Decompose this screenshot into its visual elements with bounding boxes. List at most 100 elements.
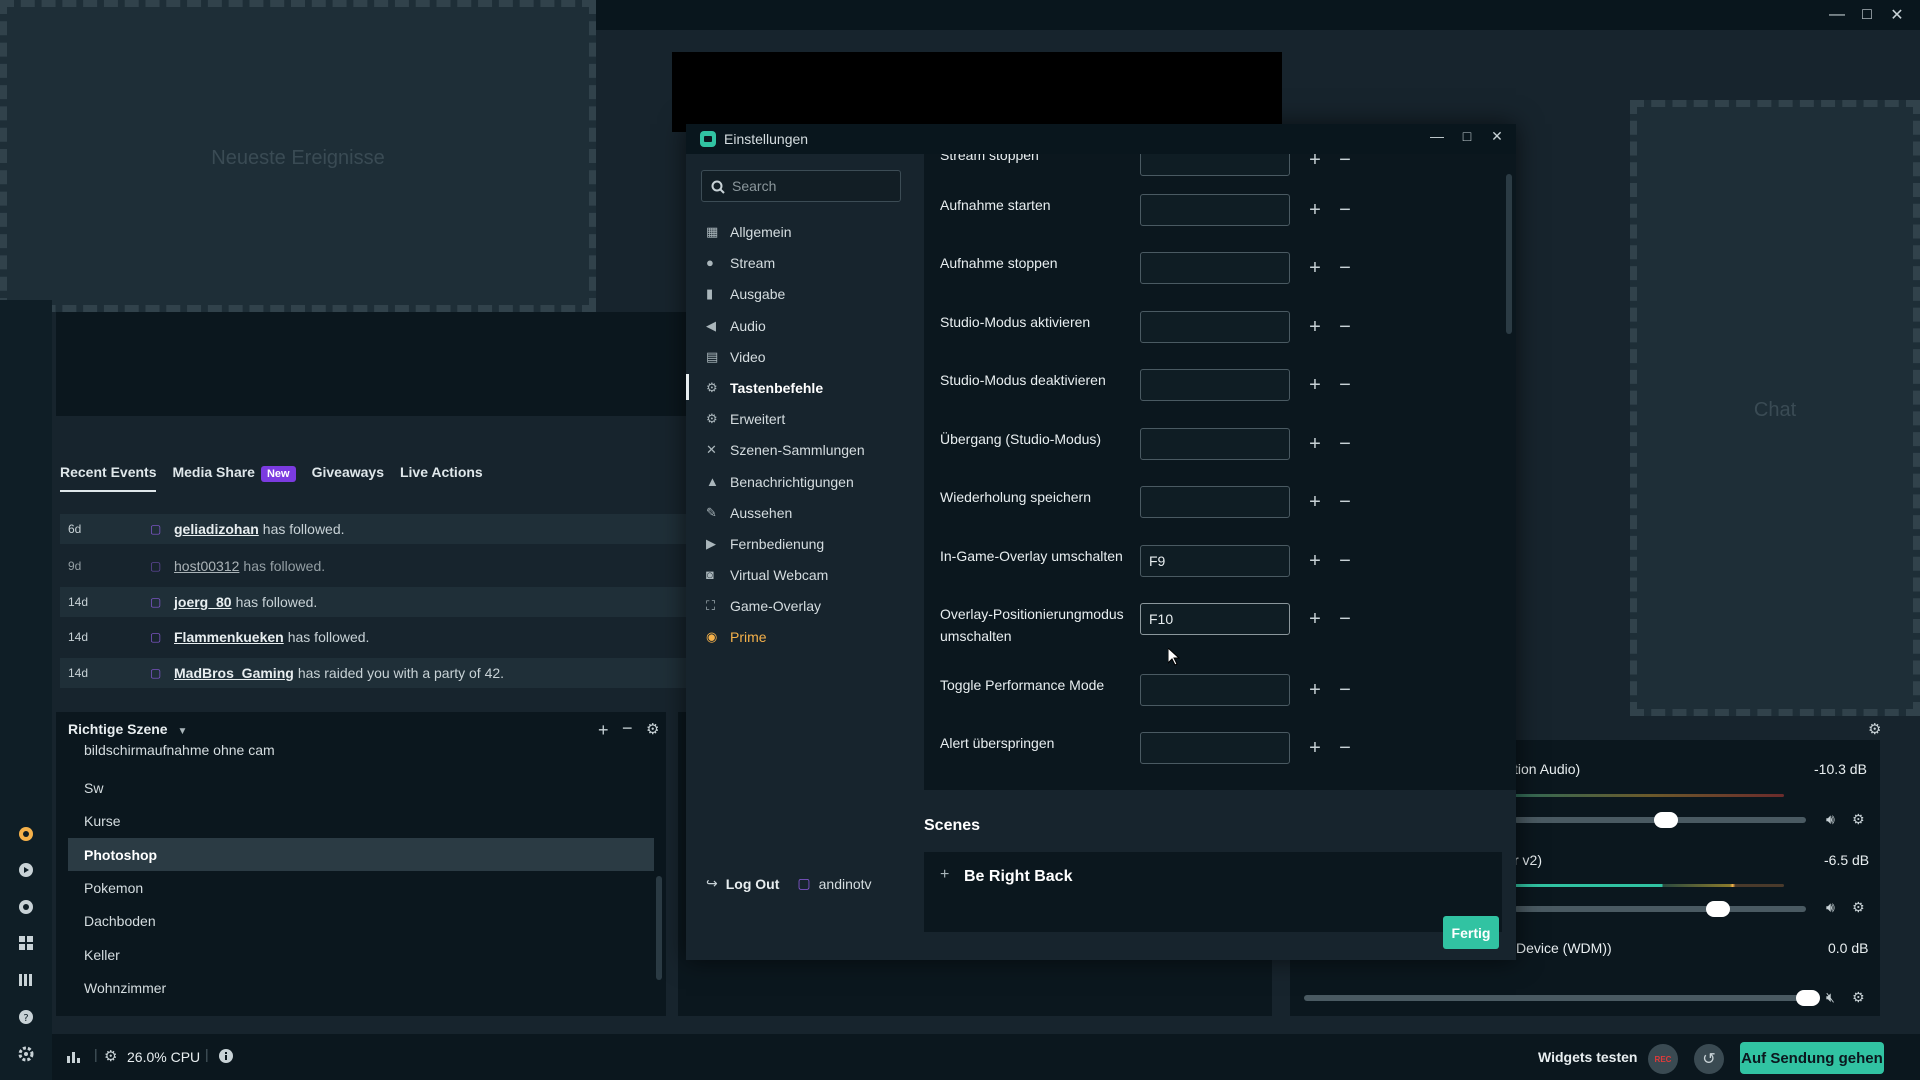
scene-settings-icon[interactable]: ⚙ <box>646 720 659 738</box>
recent-events-widget[interactable]: Neueste Ereignisse <box>0 0 596 312</box>
nav-item-tastenbefehle[interactable]: ⚙ Tastenbefehle <box>706 372 916 403</box>
volume-knob[interactable] <box>1654 812 1678 828</box>
info-icon[interactable] <box>218 1048 234 1064</box>
hotkey-input[interactable] <box>1140 428 1290 460</box>
add-hotkey-button[interactable]: + <box>1304 257 1326 279</box>
nav-item-game-overlay[interactable]: ⛶ Game-Overlay <box>706 590 916 621</box>
scene-collection-title[interactable]: Richtige Szene ▼ <box>68 721 187 737</box>
stats-chart-icon[interactable] <box>66 1048 82 1064</box>
hotkey-input-focused[interactable]: F10 <box>1140 603 1290 635</box>
add-hotkey-button[interactable]: + <box>1304 316 1326 338</box>
nav-item-benachrichtigungen[interactable]: ▲ Benachrichtigungen <box>706 466 916 497</box>
settings-scrollbar[interactable] <box>1506 174 1512 334</box>
replay-buffer-icon[interactable]: ↺ <box>1694 1044 1724 1074</box>
event-user-link[interactable]: geliadizohan <box>174 521 259 537</box>
expand-plus-icon[interactable]: + <box>940 866 949 884</box>
event-user-link[interactable]: joerg_80 <box>174 594 232 610</box>
tab-live-actions[interactable]: Live Actions <box>400 464 483 480</box>
add-hotkey-button[interactable]: + <box>1304 737 1326 759</box>
add-hotkey-button[interactable]: + <box>1304 199 1326 221</box>
remove-hotkey-button[interactable]: − <box>1334 491 1356 513</box>
scene-item[interactable]: Kurse <box>68 804 654 837</box>
nav-item-virtual-webcam[interactable]: ◙ Virtual Webcam <box>706 559 916 590</box>
widgets-test-button[interactable]: Widgets testen <box>1538 1049 1637 1065</box>
hotkey-input[interactable] <box>1140 252 1290 284</box>
hotkey-input[interactable] <box>1140 154 1290 176</box>
go-live-button[interactable]: Auf Sendung gehen <box>1740 1042 1884 1074</box>
add-hotkey-button[interactable]: + <box>1304 154 1326 171</box>
add-hotkey-button[interactable]: + <box>1304 608 1326 630</box>
remove-hotkey-button[interactable]: − <box>1334 550 1356 572</box>
event-user-link[interactable]: MadBros_Gaming <box>174 665 294 681</box>
nav-item-ausgabe[interactable]: ▮ Ausgabe <box>706 278 916 309</box>
add-hotkey-button[interactable]: + <box>1304 374 1326 396</box>
scene-hotkey-group[interactable]: + Be Right Back <box>924 852 1502 932</box>
nav-item-video[interactable]: ▤ Video <box>706 341 916 372</box>
hotkey-input[interactable] <box>1140 486 1290 518</box>
nav-item-aussehen[interactable]: ✎ Aussehen <box>706 497 916 528</box>
remove-hotkey-button[interactable]: − <box>1334 199 1356 221</box>
nav-item-audio[interactable]: ◀ Audio <box>706 310 916 341</box>
scene-item[interactable]: Sw <box>68 771 654 804</box>
hotkey-input[interactable]: F9 <box>1140 545 1290 577</box>
scene-item[interactable]: Dachboden <box>68 904 654 937</box>
remove-hotkey-button[interactable]: − <box>1334 433 1356 455</box>
event-user-link[interactable]: Flammenkueken <box>174 629 284 645</box>
scene-item[interactable]: bildschirmaufnahme ohne cam <box>68 738 654 762</box>
chat-widget[interactable]: Chat <box>1630 100 1920 716</box>
nav-item-allgemein[interactable]: ▦ Allgemein <box>706 216 916 247</box>
tab-recent-events[interactable]: Recent Events <box>60 464 157 492</box>
dialog-close-button[interactable]: ✕ <box>1486 128 1508 150</box>
tab-media-share[interactable]: Media Share New <box>172 464 296 482</box>
scene-item[interactable]: Pokemon <box>68 871 654 904</box>
add-hotkey-button[interactable]: + <box>1304 433 1326 455</box>
remove-hotkey-button[interactable]: − <box>1334 608 1356 630</box>
remove-hotkey-button[interactable]: − <box>1334 737 1356 759</box>
nav-item-fernbedienung[interactable]: ▶ Fernbedienung <box>706 528 916 559</box>
volume-slider[interactable] <box>1514 906 1806 912</box>
dialog-minimize-button[interactable]: — <box>1426 128 1448 150</box>
help-icon[interactable]: ? <box>14 1005 38 1029</box>
scenes-scrollbar[interactable] <box>656 876 662 980</box>
remove-scene-button[interactable]: − <box>622 718 633 739</box>
logout-button[interactable]: Log Out <box>726 876 780 892</box>
scene-item[interactable]: Keller <box>68 938 654 971</box>
nav-item-erweitert[interactable]: ⚙ Erweitert <box>706 403 916 434</box>
track-settings-icon[interactable]: ⚙ <box>1852 899 1865 916</box>
add-hotkey-button[interactable]: + <box>1304 679 1326 701</box>
mixer-settings-icon[interactable]: ⚙ <box>1868 720 1881 738</box>
dialog-maximize-button[interactable]: □ <box>1456 128 1478 150</box>
add-hotkey-button[interactable]: + <box>1304 550 1326 572</box>
track-settings-icon[interactable]: ⚙ <box>1852 989 1865 1006</box>
remove-hotkey-button[interactable]: − <box>1334 679 1356 701</box>
search-field[interactable] <box>701 170 901 202</box>
play-icon[interactable] <box>14 858 38 882</box>
remove-hotkey-button[interactable]: − <box>1334 316 1356 338</box>
muted-speaker-icon[interactable]: 🔇︎ <box>1826 989 1835 1006</box>
record-button[interactable]: REC <box>1648 1044 1678 1074</box>
hotkey-input[interactable] <box>1140 369 1290 401</box>
nav-item-szenen-sammlungen[interactable]: ✕ Szenen-Sammlungen <box>706 434 916 465</box>
speaker-icon[interactable]: 🔊︎ <box>1826 899 1835 916</box>
chat-bubble-icon[interactable] <box>14 895 38 919</box>
nav-item-prime[interactable]: ◉ Prime <box>706 621 916 652</box>
track-settings-icon[interactable]: ⚙ <box>1852 811 1865 828</box>
event-user-link[interactable]: host00312 <box>174 558 239 574</box>
library-icon[interactable] <box>14 968 38 992</box>
scene-item[interactable]: Wohnzimmer <box>68 971 654 1004</box>
settings-gear-icon[interactable] <box>14 1042 38 1066</box>
hotkey-input[interactable] <box>1140 194 1290 226</box>
tab-giveaways[interactable]: Giveaways <box>312 464 384 480</box>
volume-knob[interactable] <box>1706 901 1730 917</box>
grid-icon[interactable] <box>14 931 38 955</box>
minimize-button[interactable]: — <box>1825 3 1849 27</box>
prime-icon[interactable] <box>14 822 38 846</box>
scene-item-selected[interactable]: Photoshop <box>68 838 654 871</box>
maximize-button[interactable]: □ <box>1855 3 1879 27</box>
remove-hotkey-button[interactable]: − <box>1334 257 1356 279</box>
done-button[interactable]: Fertig <box>1443 916 1499 949</box>
hotkey-input[interactable] <box>1140 674 1290 706</box>
remove-hotkey-button[interactable]: − <box>1334 154 1356 171</box>
speaker-icon[interactable]: 🔊︎ <box>1826 811 1835 828</box>
volume-knob[interactable] <box>1796 990 1820 1006</box>
